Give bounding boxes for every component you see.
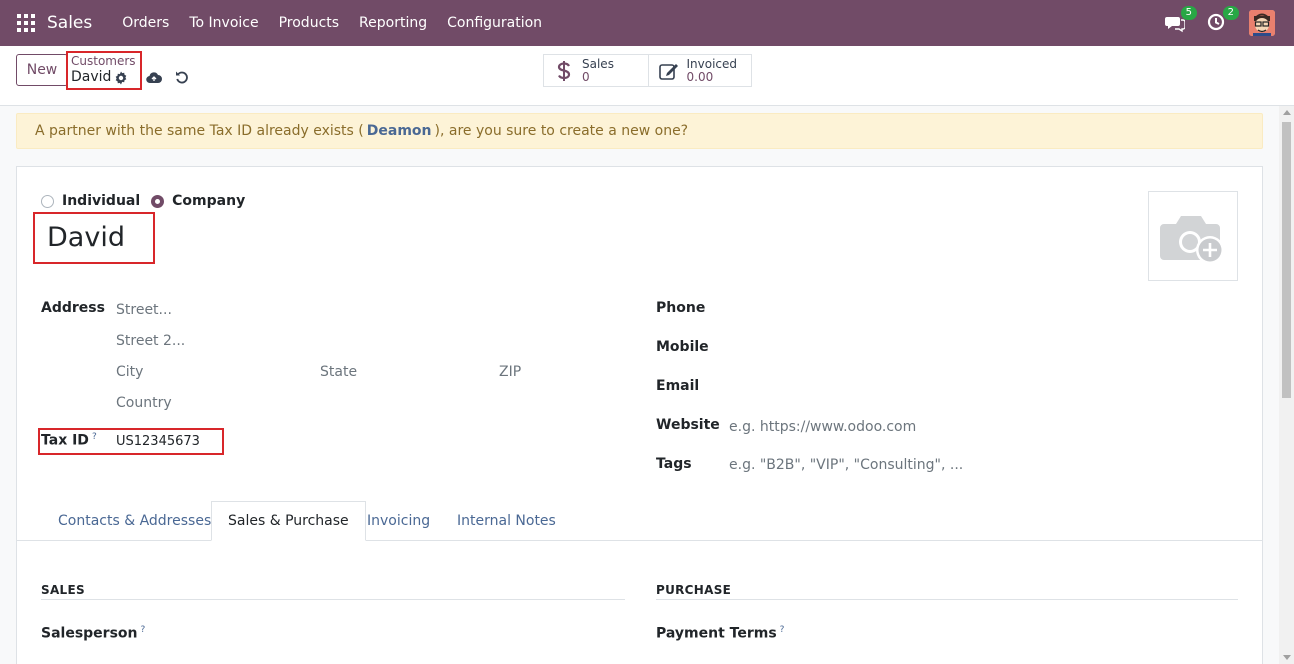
tags-label: Tags [656, 456, 692, 472]
tax-id-label: Tax ID? [41, 432, 97, 449]
menu-orders[interactable]: Orders [122, 15, 169, 31]
gear-icon[interactable] [114, 71, 128, 85]
alert-partner-link[interactable]: Deamon [367, 123, 432, 139]
purchase-section-title: PURCHASE [656, 583, 732, 597]
breadcrumb-customers[interactable]: Customers [71, 54, 136, 68]
name-field[interactable]: David [33, 212, 155, 264]
payment-terms-help-icon[interactable]: ? [780, 625, 785, 635]
dollar-icon [554, 60, 574, 82]
salesperson-help-icon[interactable]: ? [141, 625, 146, 635]
scrollbar-thumb[interactable] [1282, 122, 1291, 398]
address-label: Address [41, 300, 105, 316]
website-label: Website [656, 417, 720, 433]
purchase-section-divider [656, 599, 1238, 600]
alert-text-before: A partner with the same Tax ID already e… [35, 123, 364, 139]
individual-radio[interactable] [41, 194, 54, 208]
sales-stat-button[interactable]: Sales 0 [544, 55, 648, 86]
alert-text-after: ), are you sure to create a new one? [434, 123, 689, 139]
breadcrumb-current: David [71, 69, 112, 85]
street-input[interactable]: Street... [116, 302, 172, 318]
scroll-up-arrow-icon[interactable] [1283, 110, 1291, 115]
partner-image-upload[interactable] [1148, 191, 1238, 281]
control-panel: New Customers David Sales 0 Invoiced 0.0… [0, 46, 1294, 106]
payment-terms-label: Payment Terms? [656, 625, 785, 642]
sales-stat-value: 0 [582, 69, 590, 84]
mobile-label: Mobile [656, 339, 709, 355]
phone-label: Phone [656, 300, 706, 316]
partner-form-sheet: Individual Company David Address Street.… [16, 166, 1263, 664]
save-cloud-icon[interactable] [146, 71, 162, 85]
menu-reporting[interactable]: Reporting [359, 15, 427, 31]
website-input[interactable]: e.g. https://www.odoo.com [729, 419, 916, 435]
sales-section-divider [41, 599, 625, 600]
messages-icon[interactable]: 5 [1165, 6, 1197, 33]
scroll-down-arrow-icon[interactable] [1283, 655, 1291, 660]
company-type-selector: Individual Company [41, 193, 256, 209]
tab-invoicing[interactable]: Invoicing [351, 501, 446, 541]
apps-menu-icon[interactable] [17, 14, 35, 32]
city-input[interactable]: City [116, 364, 143, 380]
duplicate-tax-id-alert: A partner with the same Tax ID already e… [16, 113, 1263, 149]
top-navbar: Sales Orders To Invoice Products Reporti… [0, 0, 1294, 46]
camera-add-icon [1160, 216, 1224, 264]
zip-input[interactable]: ZIP [499, 364, 521, 380]
page-scrollbar[interactable] [1279, 106, 1294, 664]
edit-icon [658, 60, 679, 82]
form-notebook-tabs: Contacts & Addresses Sales & Purchase In… [17, 501, 1262, 541]
app-brand[interactable]: Sales [47, 13, 92, 33]
menu-products[interactable]: Products [279, 15, 339, 31]
sales-stat-label: Sales [582, 56, 614, 71]
tax-id-input[interactable]: US12345673 [116, 434, 200, 449]
sales-section-title: SALES [41, 583, 85, 597]
company-label[interactable]: Company [172, 193, 245, 209]
messages-count-badge: 5 [1180, 6, 1197, 20]
tax-id-help-icon[interactable]: ? [92, 432, 97, 442]
partner-name[interactable]: David [47, 222, 125, 253]
email-label: Email [656, 378, 700, 394]
tab-sales-purchase[interactable]: Sales & Purchase [211, 501, 366, 541]
country-input[interactable]: Country [116, 395, 172, 411]
new-button[interactable]: New [16, 54, 68, 86]
activities-clock-icon[interactable]: 2 [1207, 6, 1239, 33]
smart-buttons: Sales 0 Invoiced 0.00 [543, 54, 752, 87]
street2-input[interactable]: Street 2... [116, 333, 185, 349]
invoiced-stat-label: Invoiced [686, 56, 738, 71]
invoiced-stat-value: 0.00 [686, 69, 714, 84]
individual-label[interactable]: Individual [62, 193, 140, 209]
user-avatar[interactable] [1249, 10, 1275, 36]
tab-contacts-addresses[interactable]: Contacts & Addresses [42, 501, 227, 541]
menu-configuration[interactable]: Configuration [447, 15, 542, 31]
salesperson-label: Salesperson? [41, 625, 146, 642]
invoiced-stat-button[interactable]: Invoiced 0.00 [647, 55, 752, 86]
tags-input[interactable]: e.g. "B2B", "VIP", "Consulting", ... [729, 457, 963, 473]
state-input[interactable]: State [320, 364, 357, 380]
discard-undo-icon[interactable] [175, 70, 189, 84]
company-radio[interactable] [151, 194, 165, 208]
activities-count-badge: 2 [1222, 6, 1239, 20]
tab-internal-notes[interactable]: Internal Notes [441, 501, 572, 541]
menu-to-invoice[interactable]: To Invoice [189, 15, 258, 31]
